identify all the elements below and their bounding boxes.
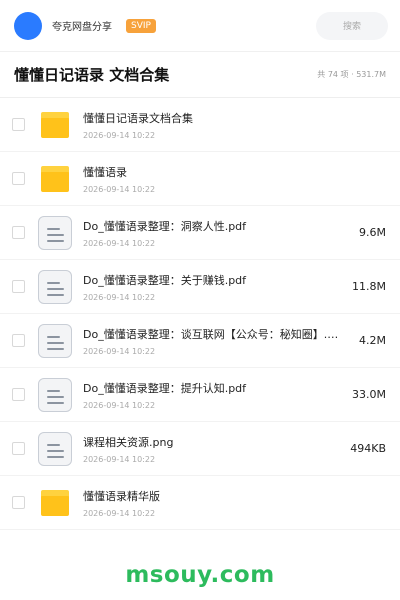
file-icon-box	[38, 323, 72, 358]
file-text: 懂懂语录精华版 2026-09-14 10:22	[83, 488, 386, 518]
folder-icon	[41, 111, 69, 138]
file-row[interactable]: 懂懂语录 2026-09-14 10:22	[0, 152, 400, 206]
document-icon	[38, 377, 72, 412]
select-checkbox[interactable]	[12, 496, 25, 509]
file-name: 懂懂日记语录文档合集	[83, 111, 193, 125]
file-size: 9.6M	[359, 226, 386, 239]
site-watermark: msouy.com	[125, 562, 275, 588]
user-name: 夸克网盘分享	[52, 22, 112, 33]
document-icon	[38, 215, 72, 250]
file-name: 懂懂语录	[83, 165, 127, 179]
file-row[interactable]: Do_懂懂语录整理：提升认知.pdf 2026-09-14 10:22 33.0M	[0, 368, 400, 422]
file-icon-box	[38, 489, 72, 516]
search-input[interactable]: 搜索	[316, 11, 388, 40]
file-icon-box	[38, 377, 72, 412]
select-checkbox[interactable]	[12, 334, 25, 347]
file-icon-box	[38, 215, 72, 250]
file-size: 11.8M	[352, 280, 386, 293]
avatar[interactable]	[14, 11, 42, 40]
file-date: 2026-09-14 10:22	[83, 130, 156, 140]
file-icon-box	[38, 431, 72, 466]
file-name: Do_懂懂语录整理：提升认知.pdf	[83, 381, 247, 395]
file-row[interactable]: Do_懂懂语录整理：关于赚钱.pdf 2026-09-14 10:22 11.8M	[0, 260, 400, 314]
select-checkbox[interactable]	[12, 388, 25, 401]
svip-badge: SVIP	[126, 18, 156, 33]
file-text: Do_懂懂语录整理：提升认知.pdf 2026-09-14 10:22	[83, 380, 346, 410]
file-text: 课程相关资源.png 2026-09-14 10:22	[83, 434, 344, 464]
file-name: Do_懂懂语录整理：关于赚钱.pdf	[83, 273, 247, 287]
file-date: 2026-09-14 10:22	[83, 454, 156, 464]
item-count-summary: 共 74 项 · 531.7M	[317, 70, 386, 79]
document-icon	[38, 323, 72, 358]
file-list: 懂懂日记语录文档合集 2026-09-14 10:22 懂懂语录 2026-09-14…	[0, 98, 400, 530]
file-name: 懂懂语录精华版	[83, 489, 160, 503]
folder-icon	[41, 165, 69, 192]
file-row[interactable]: 懂懂语录精华版 2026-09-14 10:22	[0, 476, 400, 530]
select-checkbox[interactable]	[12, 172, 25, 185]
file-row[interactable]: 懂懂日记语录文档合集 2026-09-14 10:22	[0, 98, 400, 152]
file-row[interactable]: Do_懂懂语录整理：洞察人性.pdf 2026-09-14 10:22 9.6M	[0, 206, 400, 260]
search-placeholder: 搜索	[342, 22, 361, 32]
select-checkbox[interactable]	[12, 118, 25, 131]
file-date: 2026-09-14 10:22	[83, 184, 156, 194]
title-bar: 懂懂日记语录 文档合集 共 74 项 · 531.7M	[0, 52, 400, 98]
file-name: 课程相关资源.png	[83, 435, 174, 449]
file-text: Do_懂懂语录整理：谈互联网【公众号：秘知圈】.pdf 2026-09-14 10…	[83, 326, 353, 356]
file-size: 33.0M	[352, 388, 386, 401]
file-text: 懂懂语录 2026-09-14 10:22	[83, 164, 386, 194]
file-row[interactable]: 课程相关资源.png 2026-09-14 10:22 494KB	[0, 422, 400, 476]
page-title: 懂懂日记语录 文档合集	[14, 66, 170, 84]
select-checkbox[interactable]	[12, 442, 25, 455]
document-icon	[38, 269, 72, 304]
file-icon-box	[38, 165, 72, 192]
file-date: 2026-09-14 10:22	[83, 400, 156, 410]
file-size: 4.2M	[359, 334, 386, 347]
file-icon-box	[38, 111, 72, 138]
file-text: Do_懂懂语录整理：洞察人性.pdf 2026-09-14 10:22	[83, 218, 353, 248]
file-name: Do_懂懂语录整理：洞察人性.pdf	[83, 219, 247, 233]
file-name: Do_懂懂语录整理：谈互联网【公众号：秘知圈】.pdf	[83, 327, 345, 341]
file-date: 2026-09-14 10:22	[83, 508, 156, 518]
file-date: 2026-09-14 10:22	[83, 238, 156, 248]
document-icon	[38, 431, 72, 466]
file-size: 494KB	[350, 442, 386, 455]
file-row[interactable]: Do_懂懂语录整理：谈互联网【公众号：秘知圈】.pdf 2026-09-14 10…	[0, 314, 400, 368]
file-text: 懂懂日记语录文档合集 2026-09-14 10:22	[83, 110, 386, 140]
file-date: 2026-09-14 10:22	[83, 346, 156, 356]
app-header: 夸克网盘分享 SVIP 搜索	[0, 0, 400, 52]
file-date: 2026-09-14 10:22	[83, 292, 156, 302]
folder-icon	[41, 489, 69, 516]
file-text: Do_懂懂语录整理：关于赚钱.pdf 2026-09-14 10:22	[83, 272, 346, 302]
select-checkbox[interactable]	[12, 226, 25, 239]
file-icon-box	[38, 269, 72, 304]
select-checkbox[interactable]	[12, 280, 25, 293]
